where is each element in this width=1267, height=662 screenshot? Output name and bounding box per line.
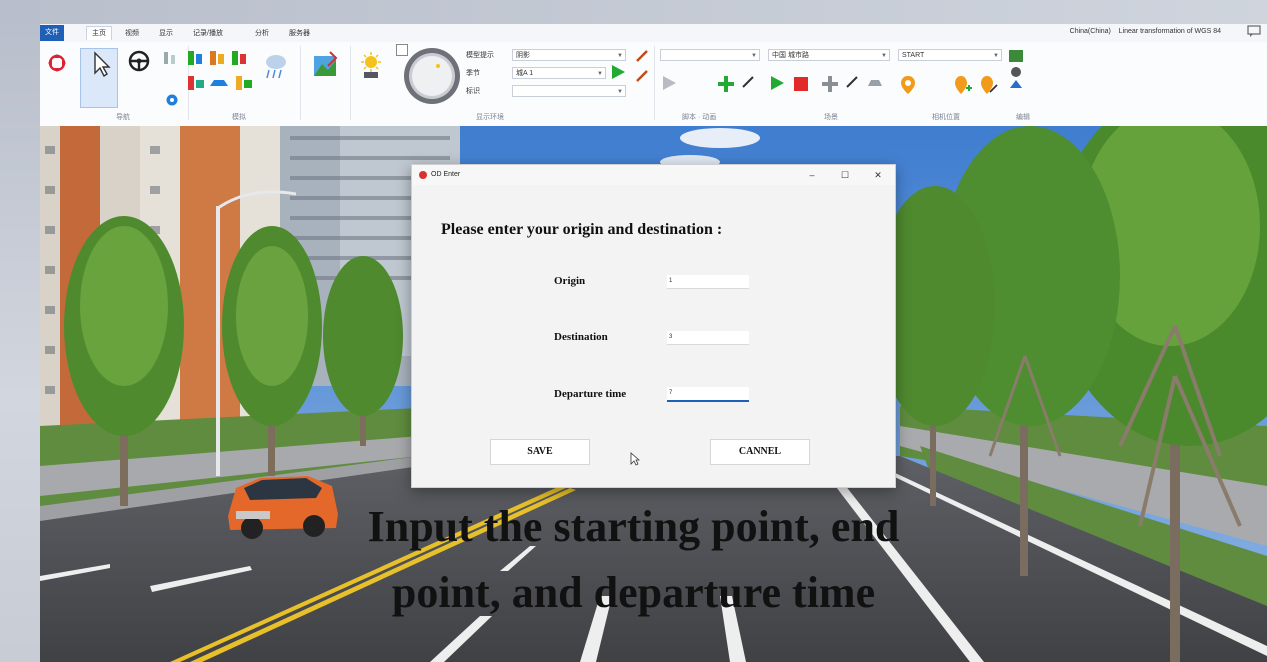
group-separator	[300, 46, 301, 120]
group-label-display-env: 显示环境	[476, 114, 504, 121]
origin-label: Origin	[554, 275, 586, 287]
marker-select[interactable]: ▼	[512, 85, 626, 97]
save-button[interactable]: SAVE	[490, 439, 590, 465]
chat-icon[interactable]	[1245, 25, 1263, 41]
edit-pen-icon[interactable]	[844, 74, 860, 90]
group-label-scene: 场景	[824, 114, 838, 121]
group-label-navigation: 导航	[116, 114, 130, 121]
chevron-down-icon: ▼	[993, 53, 999, 59]
dialog-heading: Please enter your origin and destination…	[441, 221, 723, 238]
group-label-camera: 相机位置	[932, 114, 960, 121]
vehicle-icons[interactable]	[186, 74, 258, 92]
start-select[interactable]: START ▼	[898, 49, 1002, 61]
caption-line-2: point, and departure time	[391, 568, 876, 617]
model-hint-value: 阴影	[516, 52, 530, 59]
script-select[interactable]: ▼	[660, 49, 760, 61]
group-label-edit: 编辑	[1016, 114, 1030, 121]
app-icon	[419, 171, 427, 179]
simulator-window: 文件 主页 视频 显示 记录/播放 分析 服务器 China(China) Li…	[40, 24, 1267, 662]
origin-input[interactable]: 1	[667, 275, 749, 289]
traffic-light-icons[interactable]	[186, 50, 246, 66]
model-hint-select[interactable]: 阴影 ▼	[512, 49, 626, 61]
crs-readout: China(China) Linear transformation of WG…	[1070, 28, 1221, 35]
close-button[interactable]: ✕	[863, 165, 893, 185]
chevron-down-icon: ▼	[617, 89, 623, 95]
apply-play-icon[interactable]	[610, 64, 626, 80]
od-enter-dialog: OD Enter – ☐ ✕ Please enter your origin …	[411, 164, 896, 488]
environment-map-icon[interactable]	[312, 50, 338, 80]
edit-tools-icon[interactable]	[1008, 48, 1026, 98]
stop-icon[interactable]	[792, 75, 810, 93]
add-location-icon[interactable]	[952, 74, 972, 96]
tab-server[interactable]: 服务器	[284, 27, 315, 40]
maximize-button[interactable]: ☐	[830, 165, 860, 185]
signal-icon[interactable]	[162, 50, 178, 66]
location-pin-icon[interactable]	[898, 74, 918, 96]
outer-frame-top	[0, 0, 1267, 24]
season-value: 城A 1	[516, 70, 534, 77]
pen-icon[interactable]	[634, 68, 650, 84]
settings-gear-icon[interactable]	[164, 92, 180, 108]
pen-icon[interactable]	[634, 48, 650, 64]
model-hint-label: 模型提示	[466, 52, 494, 59]
edit-location-icon[interactable]	[978, 74, 998, 96]
tab-record-play[interactable]: 记录/播放	[188, 27, 228, 40]
chevron-down-icon: ▼	[881, 53, 887, 59]
tab-display[interactable]: 显示	[154, 27, 178, 40]
add-gray-icon[interactable]	[820, 74, 840, 94]
menu-bar: 文件 主页 视频 显示 记录/播放 分析 服务器 China(China) Li…	[40, 24, 1267, 43]
departure-time-input[interactable]: 7	[667, 387, 749, 402]
season-label: 季节	[466, 70, 480, 77]
ribbon: 模型提示 季节 标识 阴影 ▼ 城A 1 ▼ ▼ ▼ 中国 城市路 ▼ STAR…	[40, 42, 1267, 127]
destination-label: Destination	[554, 331, 608, 343]
start-value: START	[902, 52, 925, 59]
tab-video[interactable]: 视频	[120, 27, 144, 40]
marker-label: 标识	[466, 88, 480, 95]
outer-frame-left	[0, 0, 40, 662]
crs-transform: Linear transformation of WGS 84	[1118, 28, 1221, 35]
scene-value: 中国 城市路	[772, 52, 809, 59]
group-separator	[350, 46, 351, 120]
cancel-button[interactable]: CANNEL	[710, 439, 810, 465]
chevron-down-icon: ▼	[617, 53, 623, 59]
chevron-down-icon: ▼	[597, 71, 603, 77]
time-of-day-dial[interactable]	[402, 46, 462, 106]
crs-region: China(China)	[1069, 28, 1111, 35]
season-select[interactable]: 城A 1 ▼	[512, 67, 606, 79]
dialog-title: OD Enter	[431, 171, 461, 178]
tab-analysis[interactable]: 分析	[250, 27, 274, 40]
destination-input[interactable]: 3	[667, 331, 749, 345]
play-disabled-icon	[660, 74, 678, 92]
chevron-down-icon: ▼	[751, 53, 757, 59]
tab-home[interactable]: 主页	[86, 26, 112, 40]
rotate-icon[interactable]	[46, 52, 68, 74]
tab-file[interactable]: 文件	[40, 25, 64, 41]
group-separator	[654, 46, 655, 120]
steering-wheel-icon[interactable]	[128, 50, 150, 72]
sun-icon[interactable]	[358, 50, 384, 80]
minimize-button[interactable]: –	[797, 165, 827, 185]
add-icon[interactable]	[716, 74, 736, 94]
scene-select[interactable]: 中国 城市路 ▼	[768, 49, 890, 61]
caption-line-1: Input the starting point, end	[367, 502, 900, 551]
mouse-cursor-icon	[630, 452, 641, 466]
dialog-title-bar[interactable]: OD Enter – ☐ ✕	[412, 165, 895, 185]
group-label-script: 脚本 · 动画	[682, 114, 717, 121]
edit-pen-icon[interactable]	[740, 74, 756, 90]
vehicle-gray-icon[interactable]	[866, 75, 884, 91]
play-icon[interactable]	[768, 74, 786, 92]
departure-time-label: Departure time	[554, 388, 627, 400]
group-label-simulation: 模拟	[232, 114, 246, 121]
weather-display-icon[interactable]	[264, 52, 288, 82]
select-mode-button[interactable]	[80, 48, 118, 108]
